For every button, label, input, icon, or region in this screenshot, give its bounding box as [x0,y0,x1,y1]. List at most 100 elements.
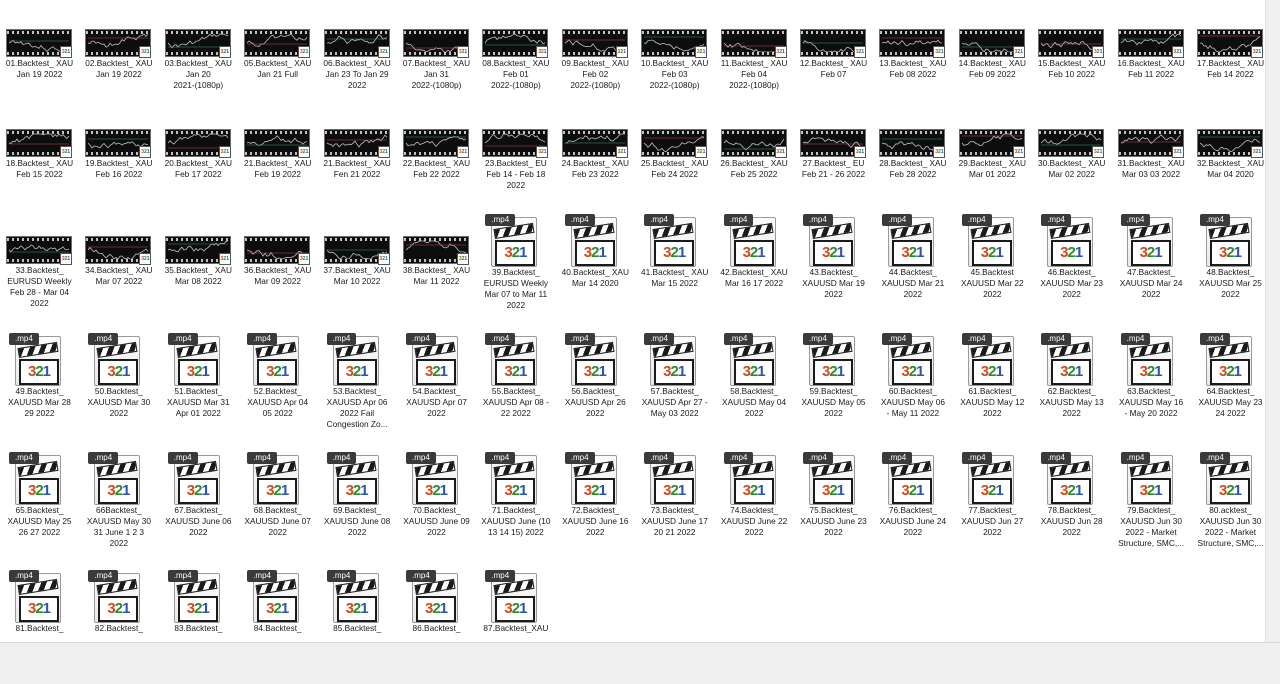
video-file-item[interactable]: 321 07.Backtest_ XAU Jan 31 2022-(1080p) [397,0,476,96]
mp4-file-item[interactable]: .mp4 321 51.Backtest_ XAUUSD Mar 31 Apr 01… [159,326,238,422]
mp4-file-item[interactable]: .mp4 321 59.Backtest_ XAUUSD May 05 2022 [794,326,873,422]
file-extension-tag: .mp4 [9,570,39,582]
video-file-item[interactable]: 321 22.Backtest_ XAU Feb 22 2022 [397,100,476,196]
mp4-file-item[interactable]: .mp4 321 48.Backtest_ XAUUSD Mar 25 2022 [1191,207,1266,303]
video-file-item[interactable]: 321 24.Backtest_ XAU Feb 23 2022 [556,100,635,196]
video-file-item[interactable]: 321 01.Backtest_ XAU Jan 19 2022 [0,0,79,96]
mp4-file-item[interactable]: .mp4 321 62.Backtest_ XAUUSD May 13 2022 [1032,326,1111,422]
mp4-file-item[interactable]: .mp4 321 74.Backtest_ XAUUSD June 22 2022 [715,445,794,541]
mp4-file-item[interactable]: .mp4 321 44.Backtest_ XAUUSD Mar 21 2022 [873,207,952,303]
mp4-file-item[interactable]: .mp4 321 80.acktest_ XAUUSD Jun 30 2022 - … [1191,445,1266,548]
video-file-item[interactable]: 321 26.Backtest_ XAU Feb 25 2022 [715,100,794,196]
mp4-file-item[interactable]: .mp4 321 58.Backtest_ XAUUSD May 04 2022 [715,326,794,422]
video-file-item[interactable]: 321 15.Backtest_ XAU Feb 10 2022 [1032,0,1111,96]
mp4-file-item[interactable]: .mp4 321 79.Backtest_ XAUUSD Jun 30 2022 -… [1112,445,1191,548]
mp4-file-item[interactable]: .mp4 321 66Backtest_ XAUUSD May 30 31 June… [79,445,158,548]
mp4-file-item[interactable]: .mp4 321 87.Backtest_XAU [476,563,555,642]
video-file-item[interactable]: 321 23.Backtest_ EU Feb 14 - Feb 18 2022 [476,100,555,196]
video-file-item[interactable]: 321 02.Backtest_ XAU Jan 19 2022 [79,0,158,96]
clapper-body: 321 [1210,478,1250,504]
mp4-file-item[interactable]: .mp4 321 65.Backtest_ XAUUSD May 25 26 27 … [0,445,79,541]
video-file-item[interactable]: 321 08.Backtest_ XAU Feb 01 2022-(1080p) [476,0,555,96]
video-file-item[interactable]: 321 17.Backtest_ XAU Feb 14 2022 [1191,0,1266,96]
mp4-file-item[interactable]: .mp4 321 60.Backtest_ XAUUSD May 06 - May … [873,326,952,422]
mp4-file-item[interactable]: .mp4 321 77.Backtest_ XAUUSD Jun 27 2022 [953,445,1032,541]
video-file-item[interactable]: 321 03.Backtest_ XAU Jan 20 2021-(1080p) [159,0,238,96]
video-file-item[interactable]: 321 05.Backtest_ XAU Jan 21 Full [238,0,317,96]
video-file-item[interactable]: 321 35.Backtest_ XAU Mar 08 2022 [159,207,238,303]
vertical-scrollbar[interactable] [1265,0,1280,642]
mp4-file-item[interactable]: .mp4 321 81.Backtest_ [0,563,79,642]
mp4-file-item[interactable]: .mp4 321 39.Backtest_ EURUSD Weekly Mar 07… [476,207,555,310]
mp4-file-item[interactable]: .mp4 321 84.Backtest_ [238,563,317,642]
video-file-item[interactable]: 321 13.Backtest_ XAU Feb 08 2022 [873,0,952,96]
file-thumbnail: 321 03.Backtest_ XAU Jan 20 2021-(1080p) [159,0,238,96]
video-file-item[interactable]: 321 36.Backtest_ XAU Mar 09 2022 [238,207,317,303]
video-file-item[interactable]: 321 28.Backtest_ XAU Feb 28 2022 [873,100,952,196]
mp4-file-item[interactable]: .mp4 321 85.Backtest_ [318,563,397,642]
mp4-file-item[interactable]: .mp4 321 52.Backtest_ XAUUSD Apr 04 05 202… [238,326,317,422]
mp4-file-item[interactable]: .mp4 321 86.Backtest_ [397,563,476,642]
mp4-file-item[interactable]: .mp4 321 45.Backtest XAUUSD Mar 22 2022 [953,207,1032,303]
mp4-file-item[interactable]: .mp4 321 83.Backtest_ [159,563,238,642]
mp4-file-item[interactable]: .mp4 321 43.Backtest_ XAUUSD Mar 19 2022 [794,207,873,303]
video-file-item[interactable]: 321 32.Backtest_ XAU Mar 04 2020 [1191,100,1266,196]
badge-digit: 1 [861,149,865,155]
video-file-item[interactable]: 321 29.Backtest_ XAU Mar 01 2022 [953,100,1032,196]
mp4-file-item[interactable]: .mp4 321 40.Backtest_ XAU Mar 14 2020 [556,207,635,303]
mp4-file-item[interactable]: .mp4 321 46.Backtest_ XAUUSD Mar 23 2022 [1032,207,1111,303]
mp4-file-item[interactable]: .mp4 321 72.Backtest_ XAUUSD June 16 2022 [556,445,635,541]
badge-digit: 1 [543,49,547,55]
video-file-item[interactable]: 321 20.Backtest_ XAU Feb 17 2022 [159,100,238,196]
mp4-file-item[interactable]: .mp4 321 55.Backtest_ XAUUSD Apr 08 - 22 2… [476,326,555,422]
clapper-digit: 2 [670,244,679,261]
video-file-item[interactable]: 321 31.Backtest_ XAU Mar 03 03 2022 [1112,100,1191,196]
mp4-file-item[interactable]: .mp4 321 42.Backtest_ XAU Mar 16 17 2022 [715,207,794,303]
mp4-file-item[interactable]: .mp4 321 78.Backtest_ XAUUSD Jun 28 2022 [1032,445,1111,541]
video-file-item[interactable]: 321 33.Backtest_ EURUSD Weekly Feb 28 - M… [0,207,79,308]
mp4-file-item[interactable]: .mp4 321 75.Backtest_ XAUUSD June 23 2022 [794,445,873,541]
mp4-file-item[interactable]: .mp4 321 68.Backtest_ XAUUSD June 07 2022 [238,445,317,541]
mp4-file-item[interactable]: .mp4 321 53.Backtest_ XAUUSD Apr 06 2022 F… [318,326,397,429]
video-file-item[interactable]: 321 25.Backtest_ XAU Feb 24 2022 [635,100,714,196]
mp4-file-item[interactable]: .mp4 321 67.Backtest_ XAUUSD June 06 2022 [159,445,238,541]
mp4-file-item[interactable]: .mp4 321 69.Backtest_ XAUUSD June 08 2022 [318,445,397,541]
mp4-file-item[interactable]: .mp4 321 54.Backtest_ XAUUSD Apr 07 2022 [397,326,476,422]
video-file-item[interactable]: 321 38.Backtest_ XAU Mar 11 2022 [397,207,476,303]
mp4-file-item[interactable]: .mp4 321 50.Backtest_ XAUUSD Mar 30 2022 [79,326,158,422]
player-badge-icon: 321 [615,46,628,58]
mp4-file-item[interactable]: .mp4 321 64.Backtest_ XAUUSD May 23 24 202… [1191,326,1266,422]
mp4-file-item[interactable]: .mp4 321 63.Backtest_ XAUUSD May 16 - May … [1112,326,1191,422]
video-file-item[interactable]: 321 21.Backtest_ XAU Feb 19 2022 [238,100,317,196]
mp4-file-item[interactable]: .mp4 321 47.Backtest_ XAUUSD Mar 24 2022 [1112,207,1191,303]
video-file-item[interactable]: 321 06.Backtest_ XAU Jan 23 To Jan 29 202… [318,0,397,96]
video-file-item[interactable]: 321 27.Backtest_ EU Feb 21 - 26 2022 [794,100,873,196]
clapper-digit: 1 [995,482,1003,499]
video-file-item[interactable]: 321 14.Backtest_ XAU Feb 09 2022 [953,0,1032,96]
video-file-item[interactable]: 321 37.Backtest_ XAU Mar 10 2022 [318,207,397,303]
video-file-item[interactable]: 321 18.Backtest_ XAU Feb 15 2022 [0,100,79,196]
video-file-item[interactable]: 321 21.Backtest_ XAU Fen 21 2022 [318,100,397,196]
mp4-file-item[interactable]: .mp4 321 73.Backtest_ XAUUSD June 17 20 21… [635,445,714,541]
mp4-file-item[interactable]: .mp4 321 49.Backtest_ XAUUSD Mar 28 29 202… [0,326,79,422]
mp4-file-item[interactable]: .mp4 321 41.Backtest_ XAU Mar 15 2022 [635,207,714,303]
video-file-item[interactable]: 321 30.Backtest_ XAU Mar 02 2022 [1032,100,1111,196]
mp4-file-item[interactable]: .mp4 321 56.Backtest_ XAUUSD Apr 26 2022 [556,326,635,422]
mp4-file-item[interactable]: .mp4 321 61.Backtest_ XAUUSD May 12 2022 [953,326,1032,422]
mp4-file-item[interactable]: .mp4 321 82.Backtest_ [79,563,158,642]
clapper-digit: 3 [504,244,512,261]
video-file-item[interactable]: 321 10.Backtest_ XAU Feb 03 2022-(1080p) [635,0,714,96]
video-file-item[interactable]: 321 34.Backtest_ XAU Mar 07 2022 [79,207,158,303]
clapper-digit: 2 [1226,244,1234,261]
video-file-item[interactable]: 321 09.Backtest_ XAU Feb 02 2022-(1080p) [556,0,635,96]
mp4-file-item[interactable]: .mp4 321 70.Backtest_ XAUUSD June 09 2022 [397,445,476,541]
video-file-item[interactable]: 321 16.Backtest_ XAU Feb 11 2022 [1112,0,1191,96]
video-file-item[interactable]: 321 19.Backtest_ XAU Feb 16 2022 [79,100,158,196]
video-file-item[interactable]: 321 12.Backtest_ XAU Feb 07 [794,0,873,96]
mp4-file-item[interactable]: .mp4 321 76.Backtest_ XAUUSD June 24 2022 [873,445,952,541]
file-name-label: 18.Backtest_ XAU Feb 15 2022 [5,158,74,179]
clapperboard-icon: 321 [335,460,377,505]
mp4-file-item[interactable]: .mp4 321 71.Backtest_ XAUUSD June (10 13 1… [476,445,555,541]
video-file-item[interactable]: 321 11.Backtest_ XAU Feb 04 2022-(1080p) [715,0,794,96]
mp4-file-item[interactable]: .mp4 321 57.Backtest_ XAUUSD Apr 27 - May … [635,326,714,422]
